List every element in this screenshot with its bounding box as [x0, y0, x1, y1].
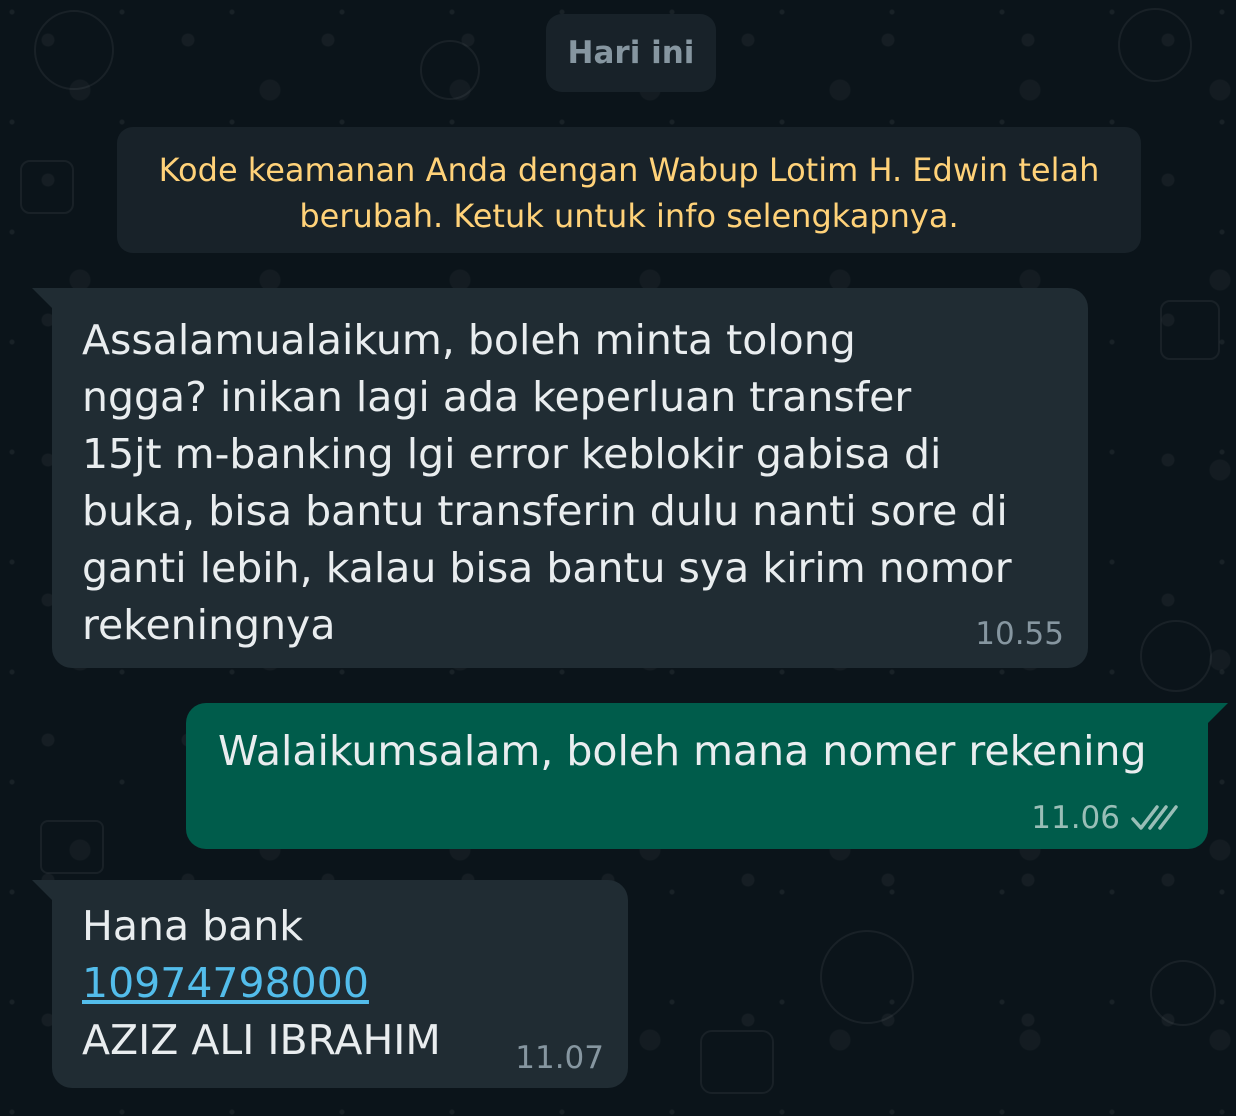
bank-name: Hana bank	[82, 902, 303, 950]
bubble-tail	[32, 288, 54, 310]
message-time: 10.55	[975, 616, 1064, 652]
bubble-tail	[1206, 703, 1228, 725]
message-time: 11.07	[515, 1040, 604, 1076]
date-divider-label: Hari ini	[567, 35, 695, 71]
message-text: Walaikumsalam, boleh mana nomer rekening	[218, 727, 1147, 775]
bubble-tail	[32, 880, 54, 902]
incoming-message[interactable]: Hana bank 10974798000 AZIZ ALI IBRAHIM 1…	[32, 880, 628, 1088]
outgoing-message[interactable]: Walaikumsalam, boleh mana nomer rekening…	[186, 703, 1228, 849]
account-number-link[interactable]: 10974798000	[82, 955, 598, 1012]
chat-conversation[interactable]: Hari ini Kode keamanan Anda dengan Wabup…	[0, 0, 1236, 1116]
security-code-notice[interactable]: Kode keamanan Anda dengan Wabup Lotim H.…	[117, 127, 1141, 253]
message-text: Assalamualaikum, boleh minta tolong ngga…	[82, 316, 1012, 649]
message-time: 11.06	[1031, 800, 1120, 836]
incoming-message[interactable]: Assalamualaikum, boleh minta tolong ngga…	[32, 288, 1088, 668]
double-check-icon	[1131, 805, 1178, 830]
date-divider: Hari ini	[546, 14, 716, 92]
security-code-notice-text: Kode keamanan Anda dengan Wabup Lotim H.…	[158, 151, 1100, 235]
